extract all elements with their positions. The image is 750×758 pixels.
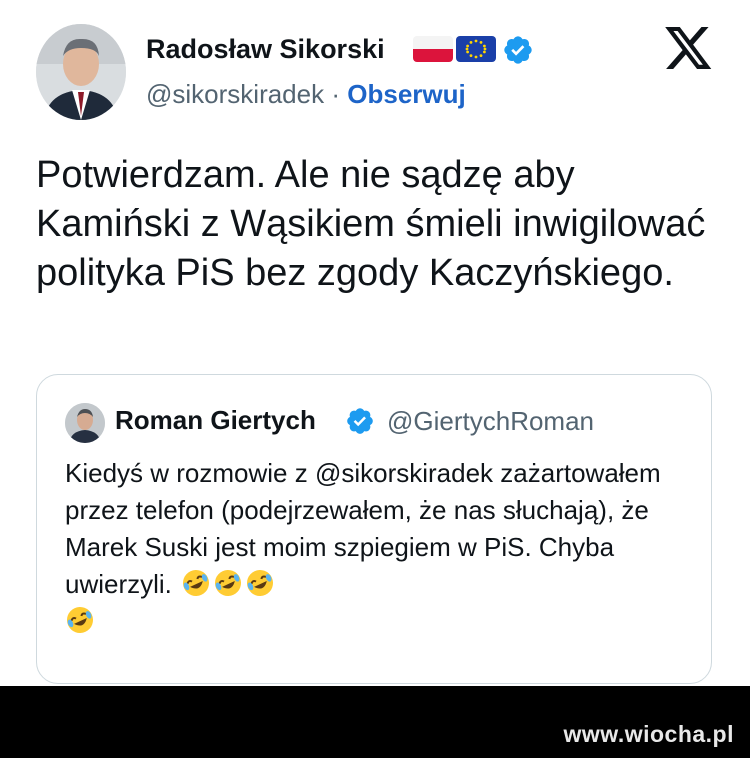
- rolling-on-floor-laughing-emoji: [213, 568, 243, 598]
- verified-badge-icon: [502, 34, 534, 66]
- quoted-author-avatar[interactable]: [65, 403, 105, 443]
- quoted-author-handle[interactable]: @GiertychRoman: [387, 406, 594, 437]
- tweet-text: Potwierdzam. Ale nie sądzę aby Kamiński …: [36, 154, 706, 294]
- footer-bar: www.wiocha.pl: [0, 686, 750, 758]
- watermark: www.wiocha.pl: [563, 721, 734, 747]
- author-name[interactable]: Radosław Sikorski: [146, 34, 385, 65]
- quoted-tweet-text-block: Kiedyś w rozmowie z @sikorskiradek zażar…: [65, 455, 685, 640]
- separator: ·: [331, 79, 341, 109]
- quoted-author-name[interactable]: Roman Giertych: [115, 405, 316, 436]
- rolling-on-floor-laughing-emoji: [181, 568, 211, 598]
- quoted-tweet[interactable]: Roman Giertych @GiertychRoman Kiedyś w r…: [36, 374, 712, 684]
- poland-flag-icon: [413, 36, 453, 62]
- author-handle-row: @sikorskiradek · Obserwuj: [146, 79, 466, 110]
- author-handle[interactable]: @sikorskiradek: [146, 79, 324, 109]
- eu-flag-icon: [456, 36, 496, 62]
- rolling-on-floor-laughing-emoji: [65, 605, 95, 635]
- verified-badge-icon: [345, 406, 375, 436]
- quoted-tweet-text: Kiedyś w rozmowie z @sikorskiradek zażar…: [65, 458, 661, 599]
- follow-button[interactable]: Obserwuj: [347, 79, 465, 109]
- author-avatar[interactable]: [36, 24, 126, 120]
- rolling-on-floor-laughing-emoji: [245, 568, 275, 598]
- x-logo-icon[interactable]: [664, 27, 714, 71]
